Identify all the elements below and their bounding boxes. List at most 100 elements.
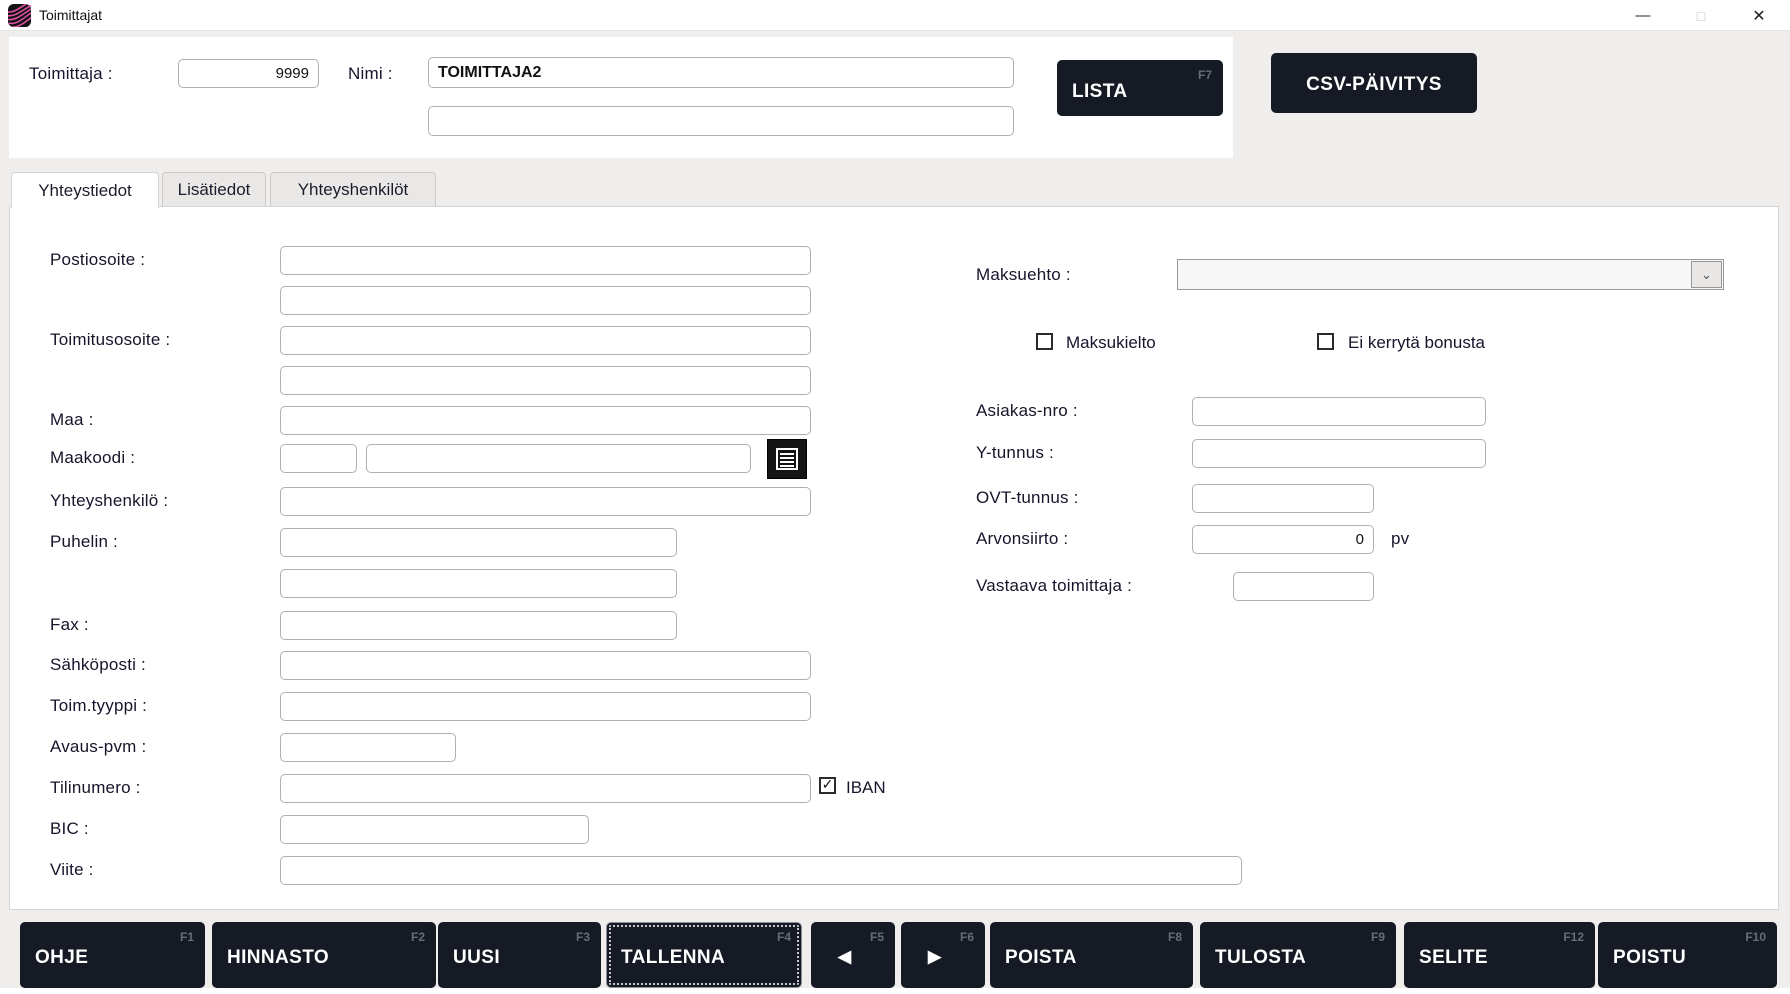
account-number-label: Tilinumero : [50, 778, 141, 798]
chevron-down-icon[interactable]: ⌄ [1691, 261, 1722, 288]
previous-record-button[interactable]: ◀ F5 [811, 922, 895, 988]
name-input[interactable] [428, 57, 1014, 88]
lista-button-label: LISTA [1072, 81, 1127, 103]
exit-button-label: POISTU [1613, 947, 1686, 969]
csv-update-button-label: CSV-PÄIVITYS [1272, 74, 1476, 96]
responsible-supplier-label: Vastaava toimittaja : [976, 576, 1132, 596]
account-number-input[interactable] [280, 774, 811, 803]
print-button[interactable]: TULOSTA F9 [1200, 922, 1396, 988]
exit-button-fkey: F10 [1745, 930, 1766, 944]
ovt-id-label: OVT-tunnus : [976, 488, 1079, 508]
delete-button[interactable]: POISTA F8 [990, 922, 1193, 988]
save-button[interactable]: TALLENNA F4 [606, 922, 802, 988]
print-button-label: TULOSTA [1215, 947, 1306, 969]
price-list-button[interactable]: HINNASTO F2 [212, 922, 436, 988]
header-panel: Toimittaja : Nimi : LISTA F7 [9, 37, 1233, 158]
contact-person-input[interactable] [280, 487, 811, 516]
delivery-address-input-1[interactable] [280, 326, 811, 355]
reference-input[interactable] [280, 856, 1242, 885]
exit-button[interactable]: POISTU F10 [1598, 922, 1777, 988]
customer-number-input[interactable] [1192, 397, 1486, 426]
payment-ban-label: Maksukielto [1066, 333, 1156, 353]
lista-button-fkey: F7 [1198, 68, 1212, 82]
bic-label: BIC : [50, 819, 89, 839]
customer-number-label: Asiakas-nro : [976, 401, 1078, 421]
price-list-button-label: HINNASTO [227, 947, 329, 969]
value-transfer-unit: pv [1391, 529, 1409, 549]
tab-yhteystiedot[interactable]: Yhteystiedot [11, 172, 159, 208]
delivery-address-input-2[interactable] [280, 366, 811, 395]
new-button[interactable]: UUSI F3 [438, 922, 601, 988]
price-list-button-fkey: F2 [411, 930, 425, 944]
titlebar: Toimittajat — □ ✕ [0, 0, 1790, 31]
next-record-button[interactable]: ▶ F6 [901, 922, 985, 988]
legend-button-fkey: F12 [1563, 930, 1584, 944]
fax-label: Fax : [50, 615, 89, 635]
bottom-strip [0, 988, 1790, 994]
country-code-browse-button[interactable] [767, 439, 807, 479]
supplier-type-input[interactable] [280, 692, 811, 721]
country-code-input[interactable] [280, 444, 357, 473]
postal-address-input-2[interactable] [280, 286, 811, 315]
delete-button-fkey: F8 [1168, 930, 1182, 944]
delivery-address-label: Toimitusosoite : [50, 330, 170, 350]
iban-checkbox-label: IBAN [846, 778, 886, 798]
no-bonus-label: Ei kerrytä bonusta [1348, 333, 1485, 353]
delete-button-label: POISTA [1005, 947, 1077, 969]
email-label: Sähköposti : [50, 655, 146, 675]
fax-input[interactable] [280, 611, 677, 640]
function-button-bar: OHJE F1 HINNASTO F2 UUSI F3 TALLENNA F4 … [0, 915, 1790, 988]
business-id-input[interactable] [1192, 439, 1486, 468]
phone-label: Puhelin : [50, 532, 118, 552]
maximize-button[interactable]: □ [1678, 0, 1724, 31]
iban-checkbox[interactable] [819, 777, 836, 794]
phone-input-1[interactable] [280, 528, 677, 557]
name-label: Nimi : [348, 64, 393, 84]
country-code-label: Maakoodi : [50, 448, 135, 468]
country-input[interactable] [280, 406, 811, 435]
opening-date-label: Avaus-pvm : [50, 737, 146, 757]
lista-button[interactable]: LISTA F7 [1057, 60, 1223, 116]
arrow-left-icon: ◀ [838, 947, 851, 967]
opening-date-input[interactable] [280, 733, 456, 762]
supplier-type-label: Toim.tyyppi : [50, 696, 147, 716]
minimize-button[interactable]: — [1620, 0, 1666, 31]
csv-update-button[interactable]: CSV-PÄIVITYS [1271, 53, 1477, 113]
app-logo-icon [8, 4, 31, 27]
tab-yhteyshenkilot[interactable]: Yhteyshenkilöt [270, 172, 436, 207]
next-record-button-fkey: F6 [960, 930, 974, 944]
no-bonus-checkbox[interactable] [1317, 333, 1334, 350]
legend-button-label: SELITE [1419, 947, 1488, 969]
window-title: Toimittajat [39, 7, 102, 23]
responsible-supplier-input[interactable] [1233, 572, 1374, 601]
arrow-right-icon: ▶ [928, 947, 941, 967]
phone-input-2[interactable] [280, 569, 677, 598]
supplier-number-input[interactable] [178, 59, 319, 88]
value-transfer-input[interactable] [1192, 525, 1374, 554]
email-input[interactable] [280, 651, 811, 680]
legend-button[interactable]: SELITE F12 [1404, 922, 1595, 988]
supplier-label: Toimittaja : [29, 64, 113, 84]
toimittajat-window: Toimittajat — □ ✕ Toimittaja : Nimi : LI… [0, 0, 1790, 994]
ovt-id-input[interactable] [1192, 484, 1374, 513]
country-label: Maa : [50, 410, 94, 430]
contact-person-label: Yhteyshenkilö : [50, 491, 168, 511]
bic-input[interactable] [280, 815, 589, 844]
contact-info-panel: Postiosoite : Toimitusosoite : Maa : Maa… [9, 206, 1779, 910]
payment-term-value [1178, 260, 1723, 289]
payment-term-label: Maksuehto : [976, 265, 1071, 285]
payment-ban-checkbox[interactable] [1036, 333, 1053, 350]
name-extra-input[interactable] [428, 106, 1014, 136]
close-button[interactable]: ✕ [1736, 0, 1782, 31]
postal-address-label: Postiosoite : [50, 250, 145, 270]
country-code-name-input[interactable] [366, 444, 751, 473]
help-button-fkey: F1 [180, 930, 194, 944]
business-id-label: Y-tunnus : [976, 443, 1054, 463]
list-icon [774, 446, 800, 472]
new-button-label: UUSI [453, 947, 500, 969]
tab-lisatiedot[interactable]: Lisätiedot [162, 172, 266, 207]
help-button[interactable]: OHJE F1 [20, 922, 205, 988]
postal-address-input-1[interactable] [280, 246, 811, 275]
save-button-label: TALLENNA [621, 947, 725, 969]
payment-term-select[interactable]: ⌄ [1177, 259, 1724, 290]
